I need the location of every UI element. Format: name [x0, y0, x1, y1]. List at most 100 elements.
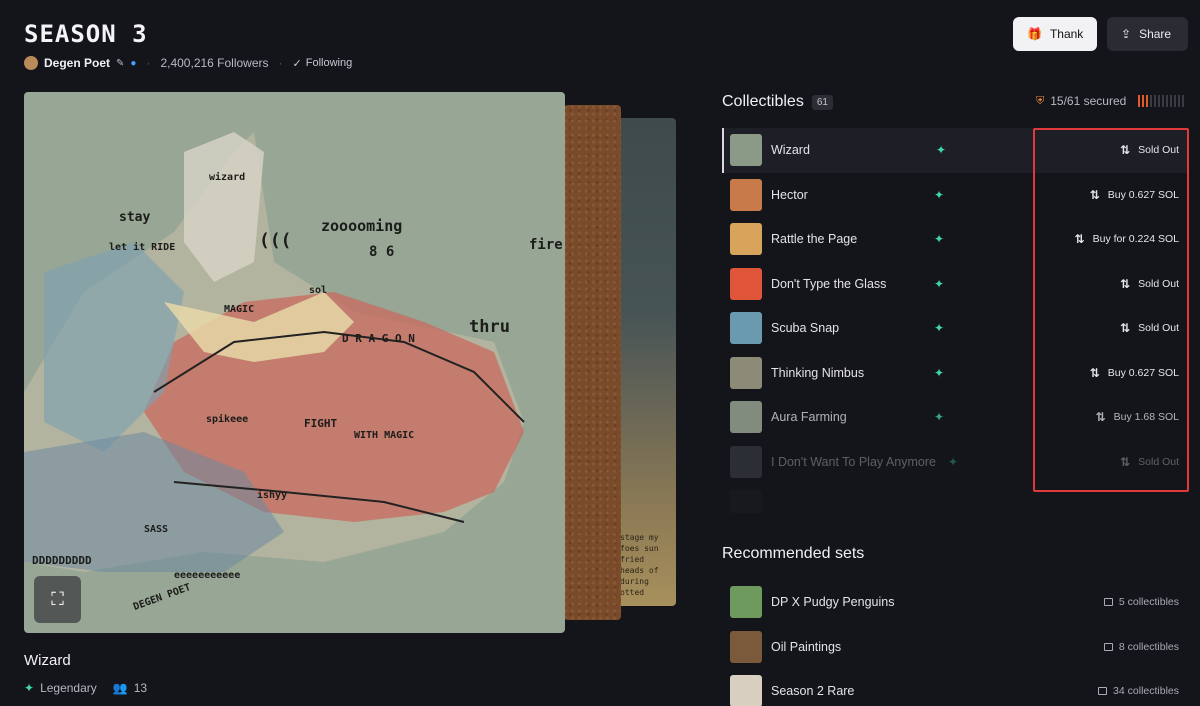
list-item[interactable] — [722, 484, 1188, 513]
artwork-card-back[interactable]: stage my foes sun fried heads of during … — [614, 118, 676, 606]
collectible-action[interactable]: ⇅ Buy 1.68 SOL — [1096, 410, 1179, 424]
set-name: DP X Pudgy Penguins — [771, 595, 895, 610]
swap-icon: ⇅ — [1089, 365, 1100, 380]
collectible-name: Rattle the Page — [771, 232, 858, 247]
collectible-action[interactable]: ⇅ Buy for 0.224 SOL — [1075, 232, 1179, 246]
secured-label: 15/61 secured — [1050, 94, 1127, 108]
share-button[interactable]: ⇪ Share — [1107, 17, 1188, 51]
action-label: Buy for 0.224 SOL — [1092, 233, 1179, 246]
thank-label: Thank — [1049, 27, 1084, 41]
set-count: 5 collectibles — [1103, 596, 1179, 609]
collectible-name: Scuba Snap — [771, 321, 840, 336]
legendary-icon: ✦ — [936, 143, 947, 158]
following-label: Following — [305, 57, 353, 69]
set-count-label: 5 collectibles — [1118, 596, 1179, 609]
action-label: Buy 0.627 SOL — [1107, 366, 1179, 379]
collectible-thumbnail — [730, 178, 762, 211]
artwork-stack: stage my foes sun fried heads of during … — [24, 92, 684, 634]
list-item[interactable]: Oil Paintings 8 collectibles — [722, 625, 1188, 670]
list-item[interactable]: Hector ✦ ⇅ Buy 0.627 SOL — [722, 173, 1188, 218]
action-label: Buy 0.627 SOL — [1107, 188, 1179, 201]
creator-avatar[interactable] — [24, 56, 38, 70]
collectible-name: Don't Type the Glass — [771, 276, 887, 291]
collection-icon — [1098, 687, 1108, 696]
list-item[interactable]: DP X Pudgy Penguins 5 collectibles — [722, 580, 1188, 625]
following-toggle[interactable]: ✓ Following — [293, 57, 353, 70]
gift-icon: 🎁 — [1027, 27, 1042, 41]
collection-icon — [1103, 598, 1113, 607]
list-item[interactable]: Aura Farming ✦ ⇅ Buy 1.68 SOL — [722, 395, 1188, 440]
artwork-image[interactable]: zooooming thru D R A G O N spikeee FIGHT… — [24, 92, 565, 633]
owners-count: 👥 13 — [113, 681, 147, 695]
list-item[interactable]: I Don't Want To Play Anymore ✦ ⇅ Sold Out — [722, 440, 1188, 485]
list-item[interactable]: Rattle the Page ✦ ⇅ Buy for 0.224 SOL — [722, 217, 1188, 262]
legendary-icon: ✦ — [934, 410, 945, 425]
users-icon: 👥 — [112, 681, 128, 695]
art-text: thru — [469, 317, 510, 337]
swap-icon: ⇅ — [1089, 187, 1100, 202]
collectible-action[interactable]: ⇅ Sold Out — [1120, 321, 1179, 335]
artwork-title: Wizard — [24, 652, 71, 669]
collectible-name: Aura Farming — [771, 410, 847, 425]
collectible-thumbnail — [730, 267, 762, 300]
sparkle-icon: ✦ — [24, 681, 35, 695]
separator-dot: · — [278, 56, 283, 70]
art-text: FIGHT — [304, 417, 338, 430]
separator-dot: · — [146, 56, 151, 70]
legendary-icon: ✦ — [948, 454, 959, 469]
swap-icon: ⇅ — [1120, 321, 1131, 336]
art-text: zooooming — [321, 217, 403, 235]
legendary-icon: ✦ — [934, 276, 945, 291]
list-item[interactable]: Thinking Nimbus ✦ ⇅ Buy 0.627 SOL — [722, 351, 1188, 396]
check-icon: ✓ — [292, 57, 302, 70]
legendary-icon: ✦ — [934, 232, 945, 247]
collectible-thumbnail — [730, 490, 762, 513]
collectible-thumbnail — [730, 223, 762, 256]
list-item[interactable]: Don't Type the Glass ✦ ⇅ Sold Out — [722, 262, 1188, 307]
collectible-action[interactable]: ⇅ Sold Out — [1120, 143, 1179, 157]
creator-name[interactable]: Degen Poet — [44, 56, 110, 70]
set-thumbnail — [730, 630, 762, 663]
share-label: Share — [1139, 27, 1172, 41]
owners-value: 13 — [133, 681, 148, 695]
artwork-card-back[interactable] — [564, 105, 621, 620]
artwork-meta: ✦ Legendary 👥 13 — [24, 681, 147, 695]
creator-meta: Degen Poet ✎ ● · 2,400,216 Followers · ✓… — [24, 55, 352, 71]
shield-icon: ⛨ — [1036, 94, 1045, 107]
collectible-thumbnail — [730, 445, 762, 478]
art-text: ishyy — [257, 490, 288, 501]
collectible-thumbnail — [730, 356, 762, 389]
swap-icon: ⇅ — [1095, 410, 1106, 425]
recommended-title: Recommended sets — [722, 545, 865, 562]
verified-icon: ✎ — [116, 57, 125, 69]
swap-icon: ⇅ — [1120, 276, 1131, 291]
legendary-icon: ✦ — [934, 365, 945, 380]
artwork-card-back-text: stage my foes sun fried heads of during … — [620, 533, 659, 597]
art-text: 8 6 — [369, 244, 395, 260]
collectible-action[interactable]: ⇅ Sold Out — [1120, 277, 1179, 291]
thank-button[interactable]: 🎁 Thank — [1013, 17, 1097, 51]
fullscreen-button[interactable]: ⛶ — [34, 576, 81, 623]
set-count: 8 collectibles — [1103, 641, 1179, 653]
set-count: 34 collectibles — [1098, 685, 1179, 697]
chat-icon: ● — [130, 57, 137, 69]
art-text: stay — [119, 210, 151, 225]
legendary-icon: ✦ — [934, 321, 945, 336]
art-text: spikeee — [206, 414, 249, 425]
list-item[interactable]: Scuba Snap ✦ ⇅ Sold Out — [722, 306, 1188, 351]
collectible-thumbnail — [730, 401, 762, 434]
collectible-thumbnail — [730, 134, 762, 167]
art-text: fire — [529, 237, 563, 253]
collectible-action[interactable]: ⇅ Buy 0.627 SOL — [1090, 188, 1179, 202]
list-item[interactable]: Wizard ✦ ⇅ Sold Out — [722, 128, 1188, 173]
art-text: let it RIDE — [109, 242, 176, 253]
collectible-action[interactable]: ⇅ Buy 0.627 SOL — [1090, 366, 1179, 380]
collectible-name: I Don't Want To Play Anymore — [771, 454, 936, 469]
collectible-action[interactable]: ⇅ Sold Out — [1120, 455, 1179, 469]
action-label: Sold Out — [1138, 144, 1179, 157]
list-item[interactable]: Season 2 Rare 34 collectibles — [722, 669, 1188, 706]
secured-status: ⛨ 15/61 secured — [1036, 94, 1185, 108]
set-name: Season 2 Rare — [771, 684, 855, 699]
art-text: eeeeeeeeeee — [174, 570, 241, 581]
swap-icon: ⇅ — [1120, 143, 1131, 158]
